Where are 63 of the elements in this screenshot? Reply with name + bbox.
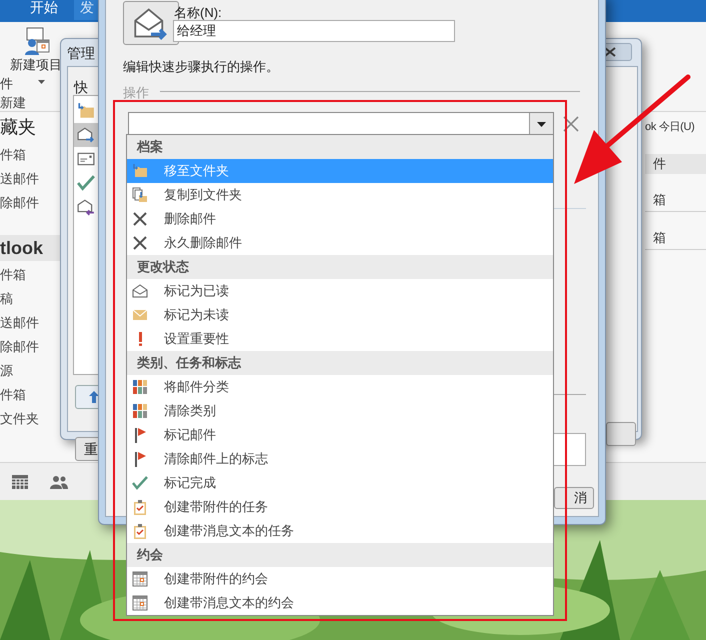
list-option[interactable]: 删除邮件 [127, 207, 553, 231]
list-option[interactable]: 创建带消息文本的任务 [127, 519, 553, 543]
list-section-heading: 更改状态 [127, 255, 553, 279]
envelope-arrow-icon [77, 198, 95, 216]
list-option[interactable]: 永久删除邮件 [127, 231, 553, 255]
caret-icon[interactable] [38, 80, 45, 84]
section-label: 操作 [123, 84, 149, 102]
name-label: 名称(N): [174, 4, 222, 22]
card-icon [77, 150, 95, 168]
copy-folder-icon [132, 187, 148, 203]
calendar-icon[interactable] [12, 474, 28, 488]
dialog-title: 管理 [67, 44, 95, 63]
list-option[interactable]: 清除类别 [127, 399, 553, 423]
open-envelope-icon [132, 283, 148, 299]
calendar-icon [132, 571, 148, 587]
new-mail-button[interactable]: 件 [0, 74, 13, 94]
instruction-text: 编辑快速步骤执行的操作。 [123, 58, 279, 76]
list-option[interactable]: 创建带消息文本的约会 [127, 591, 553, 615]
cross-icon [132, 235, 148, 251]
new-item-label: 新建项目 [10, 57, 62, 73]
folder-item[interactable]: 箱 [645, 188, 706, 212]
color-grid-icon [132, 379, 148, 395]
dialog-button[interactable] [606, 422, 636, 446]
list-section-heading: 约会 [127, 543, 553, 567]
column-header: 件 [645, 154, 706, 174]
list-option[interactable]: 清除邮件上的标志 [127, 447, 553, 471]
folder-icon [77, 102, 95, 120]
cancel-button[interactable]: 消 [554, 487, 594, 509]
section-label: 快 [74, 78, 88, 97]
folder-icon [132, 163, 148, 179]
group-label: 新建 [0, 94, 26, 112]
action-dropdown[interactable] [128, 112, 554, 136]
today-link[interactable]: ok 今日(U) [645, 112, 695, 142]
list-option[interactable]: 将邮件分类 [127, 375, 553, 399]
folder-item[interactable]: 箱 [645, 226, 706, 250]
check-icon [132, 475, 148, 491]
clipboard-icon [132, 499, 148, 515]
exclamation-icon [138, 332, 142, 346]
list-option[interactable]: 创建带附件的任务 [127, 495, 553, 519]
list-option[interactable]: 设置重要性 [127, 327, 553, 351]
envelope-icon [132, 307, 148, 323]
envelope-arrow-icon [77, 126, 95, 144]
clipboard-icon [132, 523, 148, 539]
cross-icon [132, 211, 148, 227]
arrow-up-icon [89, 391, 99, 403]
close-icon [604, 47, 616, 57]
list-option[interactable]: 创建带附件的约会 [127, 567, 553, 591]
name-field[interactable]: 给经理 [173, 20, 455, 42]
color-grid-icon [132, 403, 148, 419]
list-section-heading: 档案 [127, 135, 553, 159]
calendar-icon [132, 595, 148, 611]
list-option[interactable]: 复制到文件夹 [127, 183, 553, 207]
list-option[interactable]: 标记邮件 [127, 423, 553, 447]
flag-icon [132, 427, 148, 443]
check-icon [77, 174, 95, 192]
list-section-heading: 类别、任务和标志 [127, 351, 553, 375]
list-option[interactable]: 标记完成 [127, 471, 553, 495]
list-option[interactable]: 标记为已读 [127, 279, 553, 303]
list-option[interactable]: 标记为未读 [127, 303, 553, 327]
close-icon[interactable] [563, 116, 579, 132]
caret-icon [537, 122, 546, 126]
people-icon[interactable] [50, 474, 68, 488]
flag-icon [132, 451, 148, 467]
